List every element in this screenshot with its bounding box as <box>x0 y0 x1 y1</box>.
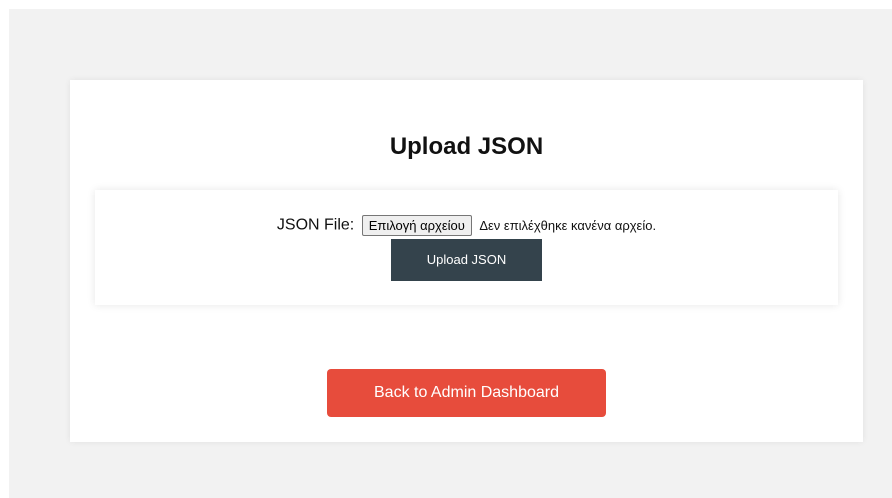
upload-json-button[interactable]: Upload JSON <box>391 239 542 281</box>
file-input-row: JSON File: Επιλογή αρχείου Δεν επιλέχθηκ… <box>95 215 838 236</box>
json-file-label: JSON File: <box>276 216 355 234</box>
page-title: Upload JSON <box>389 133 544 160</box>
upload-card: Upload JSON JSON File: Επιλογή αρχείου Δ… <box>70 80 863 442</box>
choose-file-button[interactable]: Επιλογή αρχείου <box>361 215 472 236</box>
back-to-dashboard-button[interactable]: Back to Admin Dashboard <box>327 369 606 417</box>
page-background: Upload JSON JSON File: Επιλογή αρχείου Δ… <box>9 9 892 498</box>
file-status-text: Δεν επιλέχθηκε κανένα αρχείο. <box>479 217 657 233</box>
upload-form: JSON File: Επιλογή αρχείου Δεν επιλέχθηκ… <box>95 190 838 305</box>
